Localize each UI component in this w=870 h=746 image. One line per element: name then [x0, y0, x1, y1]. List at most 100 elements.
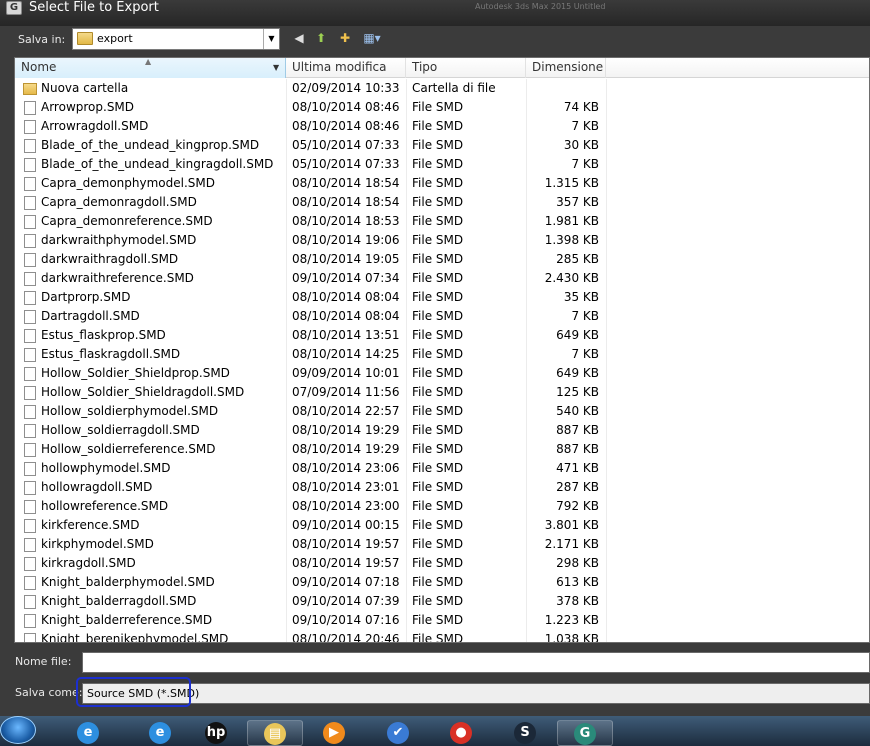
- file-row[interactable]: Arrowragdoll.SMD 08/10/2014 08:46 File SMD…: [15, 117, 869, 136]
- file-name: kirkphymodel.SMD: [41, 537, 154, 551]
- document-icon: [24, 101, 36, 115]
- file-type: File SMD: [412, 233, 464, 247]
- file-row[interactable]: Hollow_soldierreference.SMD 08/10/2014 19…: [15, 440, 869, 459]
- taskbar-button[interactable]: S: [497, 720, 553, 746]
- new-folder-button[interactable]: ✚: [335, 29, 355, 49]
- file-size: 7 KB: [571, 309, 599, 323]
- save-as-type-label: Salva come:: [15, 686, 83, 699]
- file-row[interactable]: Blade_of_the_undead_kingprop.SMD 05/10/20…: [15, 136, 869, 155]
- file-size: 357 KB: [556, 195, 599, 209]
- file-name: Capra_demonreference.SMD: [41, 214, 213, 228]
- file-type: File SMD: [412, 366, 464, 380]
- file-list[interactable]: ▲ Nome ▼ Ultima modifica Tipo Dimensione…: [14, 57, 870, 643]
- save-in-dropdown[interactable]: export ▼: [72, 28, 280, 50]
- file-row[interactable]: Capra_demonphymodel.SMD 08/10/2014 18:54 F…: [15, 174, 869, 193]
- file-size: 1.223 KB: [544, 613, 599, 627]
- file-row[interactable]: kirkragdoll.SMD 08/10/2014 19:57 File SMD 2…: [15, 554, 869, 573]
- save-options: Nome file: Salva come: Source SMD (*.SMD…: [0, 643, 870, 716]
- file-name: darkwraithragdoll.SMD: [41, 252, 179, 266]
- file-row[interactable]: darkwraithreference.SMD 09/10/2014 07:34 F…: [15, 269, 869, 288]
- internet-explorer-icon: e: [149, 722, 171, 744]
- column-header-name[interactable]: ▲ Nome: [15, 58, 286, 78]
- file-row[interactable]: kirkference.SMD 09/10/2014 00:15 File SMD 3…: [15, 516, 869, 535]
- file-row[interactable]: Knight_berenikephymodel.SMD 08/10/2014 20…: [15, 630, 869, 642]
- file-modified: 07/09/2014 11:56: [292, 385, 400, 399]
- taskbar-button[interactable]: e: [60, 720, 116, 746]
- taskbar-button[interactable]: ●: [433, 720, 489, 746]
- file-row[interactable]: Capra_demonragdoll.SMD 08/10/2014 18:54 Fi…: [15, 193, 869, 212]
- document-icon: [24, 614, 36, 628]
- file-name: Knight_balderphymodel.SMD: [41, 575, 215, 589]
- file-type: Cartella di file: [412, 81, 496, 95]
- document-icon: [24, 557, 36, 571]
- file-type: File SMD: [412, 290, 464, 304]
- file-row[interactable]: Dartprorp.SMD 08/10/2014 08:04 File SMD 35 …: [15, 288, 869, 307]
- file-name-input[interactable]: [82, 652, 870, 673]
- file-type: File SMD: [412, 442, 464, 456]
- file-row[interactable]: hollowreference.SMD 08/10/2014 23:00 File …: [15, 497, 869, 516]
- file-row[interactable]: Hollow_soldierragdoll.SMD 08/10/2014 19:2…: [15, 421, 869, 440]
- file-type: File SMD: [412, 119, 464, 133]
- file-row[interactable]: Hollow_Soldier_Shieldprop.SMD 09/09/2014 …: [15, 364, 869, 383]
- file-row[interactable]: darkwraithphymodel.SMD 08/10/2014 19:06 Fi…: [15, 231, 869, 250]
- file-type: File SMD: [412, 556, 464, 570]
- file-row[interactable]: Estus_flaskprop.SMD 08/10/2014 13:51 File …: [15, 326, 869, 345]
- window-title: Select File to Export: [29, 0, 159, 15]
- file-name: Hollow_soldierreference.SMD: [41, 442, 216, 456]
- file-row[interactable]: kirkphymodel.SMD 08/10/2014 19:57 File SMD…: [15, 535, 869, 554]
- file-rows: Nuova cartella 02/09/2014 10:33 Cartella d…: [15, 79, 869, 642]
- back-button[interactable]: ◀: [289, 29, 309, 49]
- taskbar-button[interactable]: G: [557, 720, 613, 746]
- file-row[interactable]: Knight_balderreference.SMD 09/10/2014 07:…: [15, 611, 869, 630]
- file-name: Dartragdoll.SMD: [41, 309, 140, 323]
- file-row[interactable]: Hollow_soldierphymodel.SMD 08/10/2014 22:…: [15, 402, 869, 421]
- file-row[interactable]: Dartragdoll.SMD 08/10/2014 08:04 File SMD 7…: [15, 307, 869, 326]
- file-name: Estus_flaskragdoll.SMD: [41, 347, 181, 361]
- file-row[interactable]: Blade_of_the_undead_kingragdoll.SMD 05/10…: [15, 155, 869, 174]
- document-icon: [24, 120, 36, 134]
- file-row[interactable]: hollowragdoll.SMD 08/10/2014 23:01 File SM…: [15, 478, 869, 497]
- file-name: hollowphymodel.SMD: [41, 461, 171, 475]
- taskbar-button[interactable]: ▤: [247, 720, 303, 746]
- taskbar-button[interactable]: ▶: [306, 720, 362, 746]
- file-row[interactable]: Arrowprop.SMD 08/10/2014 08:46 File SMD 74 …: [15, 98, 869, 117]
- taskbar-button[interactable]: hp: [188, 720, 244, 746]
- chevron-down-icon[interactable]: ▼: [263, 29, 279, 49]
- file-name: kirkragdoll.SMD: [41, 556, 136, 570]
- windows-taskbar: e e hp ▤ ▶ ✔ ● S G: [0, 716, 870, 746]
- file-size: 649 KB: [556, 328, 599, 342]
- file-modified: 08/10/2014 18:53: [292, 214, 400, 228]
- file-type: File SMD: [412, 176, 464, 190]
- taskbar-button[interactable]: e: [132, 720, 188, 746]
- file-row[interactable]: Capra_demonreference.SMD 08/10/2014 18:53…: [15, 212, 869, 231]
- column-header-size[interactable]: Dimensione: [526, 58, 606, 78]
- save-as-type-dropdown[interactable]: Source SMD (*.SMD): [82, 683, 870, 704]
- file-row[interactable]: hollowphymodel.SMD 08/10/2014 23:06 File S…: [15, 459, 869, 478]
- document-icon: [24, 386, 36, 400]
- column-header-type[interactable]: Tipo: [406, 58, 526, 78]
- view-menu-button[interactable]: ▦▾: [359, 29, 385, 49]
- file-row[interactable]: Knight_balderphymodel.SMD 09/10/2014 07:1…: [15, 573, 869, 592]
- file-size: 2.171 KB: [544, 537, 599, 551]
- column-filter-dropdown[interactable]: ▼: [270, 58, 286, 78]
- file-type: File SMD: [412, 195, 464, 209]
- taskbar-button[interactable]: ✔: [370, 720, 426, 746]
- column-header-modified[interactable]: Ultima modifica: [286, 58, 406, 78]
- file-row[interactable]: Knight_balderragdoll.SMD 09/10/2014 07:39…: [15, 592, 869, 611]
- up-one-level-button[interactable]: ⬆: [311, 29, 331, 49]
- save-in-value: export: [97, 32, 133, 45]
- file-type: File SMD: [412, 404, 464, 418]
- windows-start-icon[interactable]: [0, 716, 36, 744]
- file-name: Dartprorp.SMD: [41, 290, 131, 304]
- file-size: 125 KB: [556, 385, 599, 399]
- document-icon: [24, 291, 36, 305]
- document-icon: [24, 576, 36, 590]
- background-window-title: Autodesk 3ds Max 2015 Untitled: [475, 2, 606, 11]
- file-modified: 08/10/2014 19:06: [292, 233, 400, 247]
- file-row[interactable]: Hollow_Soldier_Shieldragdoll.SMD 07/09/20…: [15, 383, 869, 402]
- file-name: Blade_of_the_undead_kingprop.SMD: [41, 138, 260, 152]
- file-row[interactable]: Estus_flaskragdoll.SMD 08/10/2014 14:25 Fi…: [15, 345, 869, 364]
- file-size: 285 KB: [556, 252, 599, 266]
- file-row[interactable]: darkwraithragdoll.SMD 08/10/2014 19:05 Fil…: [15, 250, 869, 269]
- file-row[interactable]: Nuova cartella 02/09/2014 10:33 Cartella d…: [15, 79, 869, 98]
